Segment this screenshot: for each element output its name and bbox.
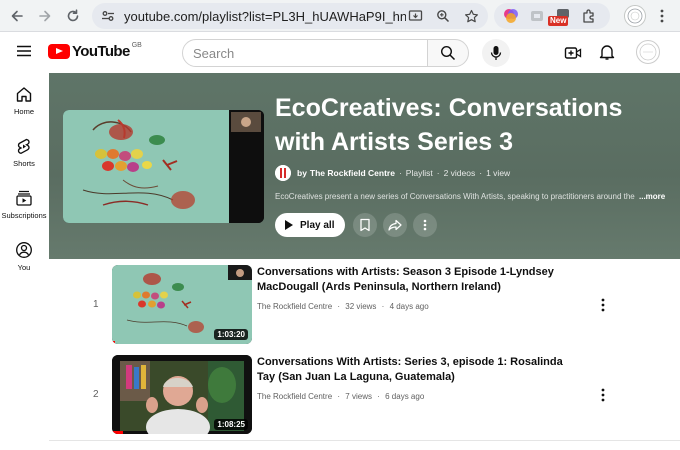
sidebar-item-subscriptions[interactable]: Subscriptions (0, 189, 48, 220)
video-age: 6 days ago (385, 392, 425, 401)
home-icon (16, 87, 32, 102)
address-bar[interactable]: youtube.com/playlist?list=PL3H_hUAWHaP9I… (92, 3, 488, 29)
playlist-owner-row: by The Rockfield Centre · Playlist · 2 v… (275, 165, 510, 181)
playlist-thumbnail[interactable] (63, 110, 264, 223)
separator: · (377, 392, 380, 401)
sidebar-item-shorts[interactable]: Shorts (0, 137, 48, 168)
share-button[interactable] (383, 213, 407, 237)
sidebar-item-label: Shorts (13, 159, 35, 168)
you-icon (16, 242, 32, 258)
video-index: 2 (93, 389, 99, 400)
account-avatar[interactable] (636, 40, 660, 64)
separator: · (381, 302, 385, 311)
subscriptions-icon (16, 190, 32, 206)
separator: · (436, 168, 440, 178)
more-vertical-icon (423, 219, 427, 231)
watch-progress-bar (112, 341, 115, 344)
mini-guide: Home Shorts Subscriptions You (0, 73, 48, 450)
video-count: 2 videos (443, 168, 476, 178)
sidebar-item-label: Home (13, 107, 34, 116)
video-meta: The Rockfield Centre · 32 views · 4 days… (257, 302, 429, 311)
channel-avatar[interactable] (275, 165, 291, 181)
video-channel[interactable]: The Rockfield Centre (257, 302, 332, 311)
extension-new-icon[interactable]: New (548, 7, 572, 26)
owner-prefix: by (297, 168, 307, 178)
extensions-puzzle-icon[interactable] (580, 7, 598, 25)
youtube-logo[interactable]: YouTube GB (48, 42, 142, 60)
notifications-bell-icon[interactable] (598, 43, 616, 61)
search-box (182, 39, 428, 67)
video-meta: The Rockfield Centre · 7 views · 6 days … (257, 392, 424, 401)
sidebar-item-label: Subscriptions (1, 211, 47, 220)
video-views: 32 views (345, 302, 377, 311)
masthead: YouTube GB (0, 33, 680, 73)
search-input[interactable] (193, 45, 427, 61)
video-duration: 1:08:25 (214, 419, 248, 430)
back-arrow-icon[interactable] (6, 5, 28, 27)
watch-progress-bar (112, 431, 124, 434)
share-icon (388, 219, 402, 231)
video-title[interactable]: Conversations with Artists: Season 3 Epi… (257, 265, 577, 295)
video-actions-menu-icon[interactable] (597, 387, 609, 403)
video-age: 4 days ago (389, 302, 429, 311)
search-button[interactable] (427, 39, 469, 67)
playlist-more-actions-button[interactable] (413, 213, 437, 237)
reload-icon[interactable] (62, 5, 84, 27)
separator: · (337, 302, 341, 311)
search-icon (440, 45, 456, 61)
extensions-tray: New (494, 3, 610, 29)
video-index: 1 (93, 299, 99, 310)
video-channel[interactable]: The Rockfield Centre (257, 392, 332, 401)
cast-install-icon[interactable] (406, 7, 424, 25)
artwork-thumbnail-image (63, 110, 264, 223)
sidebar-item-home[interactable]: Home (0, 85, 48, 116)
separator: · (337, 392, 341, 401)
youtube-play-icon (48, 44, 70, 59)
more-link[interactable]: ...more (639, 192, 665, 201)
playlist-description[interactable]: EcoCreatives present a new series of Con… (275, 192, 637, 201)
video-duration: 1:03:20 (214, 329, 248, 340)
owner-link[interactable]: The Rockfield Centre (310, 168, 395, 178)
sidebar-item-you[interactable]: You (0, 241, 48, 272)
play-all-button[interactable]: Play all (275, 213, 345, 237)
save-playlist-button[interactable] (353, 213, 377, 237)
bookmark-icon (360, 218, 370, 232)
bookmark-star-icon[interactable] (462, 7, 480, 25)
playlist-type: Playlist (405, 168, 433, 178)
list-item[interactable]: 2 1:08:25 Conversations With Artists: Se… (49, 354, 680, 442)
forward-arrow-icon[interactable] (34, 5, 56, 27)
browser-menu-icon[interactable] (654, 7, 670, 25)
country-code: GB (131, 42, 142, 49)
shorts-icon (17, 138, 30, 154)
video-views: 7 views (345, 392, 372, 401)
play-icon (285, 220, 293, 230)
separator: · (479, 168, 483, 178)
new-badge: New (548, 16, 569, 26)
divider (49, 440, 680, 441)
site-settings-icon[interactable] (100, 8, 116, 24)
sidebar-item-label: You (17, 263, 31, 272)
playlist-title: EcoCreatives: Conversations with Artists… (275, 94, 623, 156)
browser-profile-avatar[interactable] (624, 5, 646, 27)
video-thumbnail[interactable]: 1:03:20 (112, 265, 252, 344)
voice-search-button[interactable] (482, 39, 510, 67)
logo-text: YouTube (72, 43, 130, 60)
separator: · (398, 168, 402, 178)
extension-gray-icon[interactable] (528, 7, 546, 25)
view-count: 1 view (486, 168, 511, 178)
menu-hamburger-icon[interactable] (16, 43, 32, 59)
play-all-label: Play all (300, 219, 335, 231)
list-item[interactable]: 1 1:03:20 Conversations with Artists: Se… (49, 264, 680, 352)
video-actions-menu-icon[interactable] (597, 297, 609, 313)
zoom-icon[interactable] (434, 7, 452, 25)
playlist-header: EcoCreatives: Conversations with Artists… (49, 73, 680, 259)
video-thumbnail[interactable]: 1:08:25 (112, 355, 252, 434)
video-title[interactable]: Conversations With Artists: Series 3, ep… (257, 355, 577, 385)
create-video-icon[interactable] (564, 44, 582, 62)
extension-colorful-icon[interactable] (502, 7, 520, 25)
microphone-icon (490, 46, 502, 60)
url-text[interactable]: youtube.com/playlist?list=PL3H_hUAWHaP9I… (124, 9, 406, 24)
browser-toolbar: youtube.com/playlist?list=PL3H_hUAWHaP9I… (0, 0, 680, 32)
